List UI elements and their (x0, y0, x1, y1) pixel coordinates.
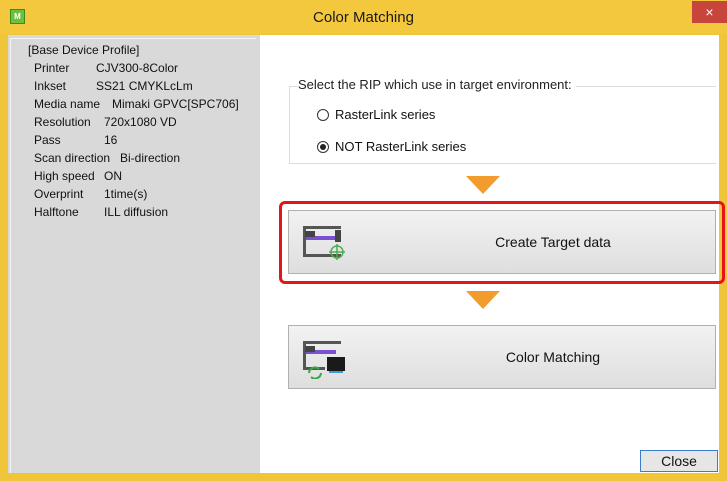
radio-rasterlink[interactable] (317, 109, 329, 121)
rip-group-legend: Select the RIP which use in target envir… (298, 77, 576, 92)
profile-value: Bi-direction (120, 151, 181, 165)
profile-key: High speed (34, 169, 95, 183)
profile-header: [Base Device Profile] (28, 43, 140, 57)
profile-value: CJV300-8Color (96, 61, 179, 75)
profile-value: ON (104, 169, 122, 183)
radio-not-rasterlink[interactable] (317, 141, 329, 153)
profile-key: Scan direction (34, 151, 111, 165)
profile-value: 720x1080 VD (104, 115, 177, 129)
profile-key: Media name (34, 97, 101, 111)
down-arrow-icon (466, 291, 500, 309)
color-matching-label: Color Matching (505, 349, 601, 365)
window-close-button[interactable]: × (692, 1, 727, 23)
profile-value: 16 (104, 133, 118, 147)
printer-refresh-icon (301, 337, 345, 380)
radio-label-rasterlink[interactable]: RasterLink series (335, 107, 435, 122)
color-matching-button[interactable]: Color Matching (288, 325, 716, 389)
create-target-data-label: Create Target data (495, 234, 611, 250)
profile-panel: [Base Device Profile] Printer CJV300-8Co… (8, 35, 260, 473)
close-button[interactable]: Close (640, 450, 718, 472)
profile-value: 1time(s) (104, 187, 148, 201)
profile-key: Overprint (34, 187, 84, 201)
window-title: Color Matching (313, 9, 414, 26)
profile-value: Mimaki GPVC[SPC706] (112, 97, 239, 111)
create-target-data-button[interactable]: Create Target data (288, 210, 716, 274)
title-bar: M Color Matching × (0, 0, 727, 34)
down-arrow-icon (466, 176, 500, 194)
client-area: [Base Device Profile] Printer CJV300-8Co… (8, 35, 725, 473)
radio-label-not-rasterlink[interactable]: NOT RasterLink series (335, 139, 466, 154)
printer-target-icon (301, 222, 345, 264)
profile-key: Resolution (34, 115, 91, 129)
profile-value: SS21 CMYKLcLm (96, 79, 193, 93)
profile-key: Printer (34, 61, 70, 75)
profile-key: Pass (34, 133, 61, 147)
color-matching-window: M Color Matching × [Base Device Profile]… (0, 0, 727, 481)
profile-value: ILL diffusion (104, 205, 169, 219)
profile-key: Inkset (34, 79, 67, 93)
profile-key: Halftone (34, 205, 79, 219)
